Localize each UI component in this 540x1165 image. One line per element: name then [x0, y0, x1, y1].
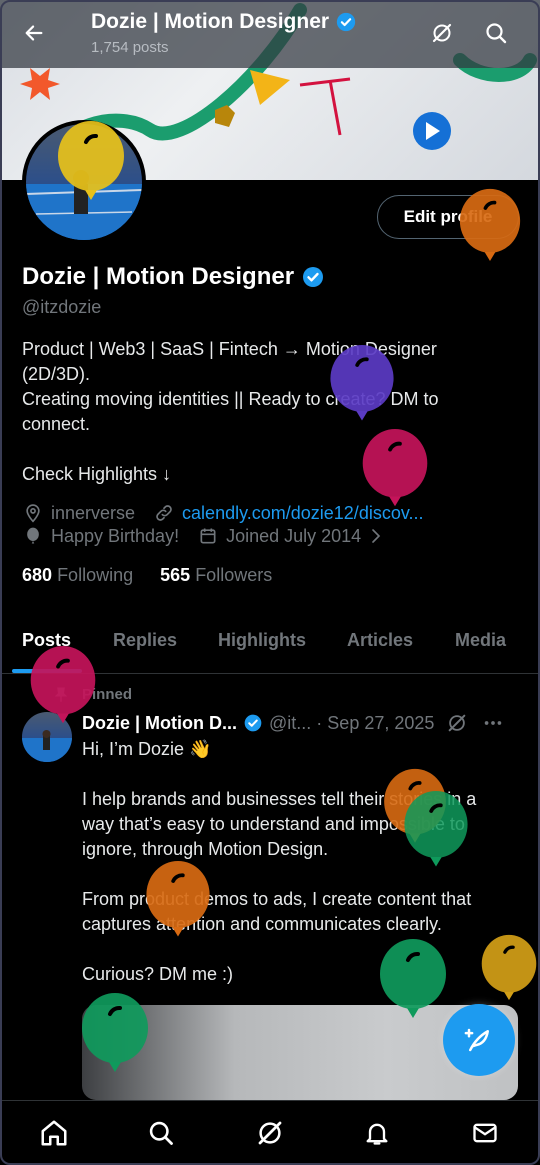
- profile-name: Dozie | Motion Designer: [22, 263, 325, 291]
- profile-birthday: Happy Birthday!: [51, 525, 180, 546]
- bottom-navigation: [0, 1100, 540, 1165]
- nav-search[interactable]: [145, 1117, 177, 1149]
- top-bar: Dozie | Motion Designer 1,754 posts: [0, 0, 540, 68]
- followers-link[interactable]: 565 Followers: [160, 565, 272, 585]
- compose-icon: [464, 1028, 489, 1052]
- post-line: Hi, I’m Dozie 👋: [82, 739, 212, 759]
- header-title: Dozie | Motion Designer: [91, 10, 357, 34]
- profile-bio: Product | Web3 | SaaS | Fintech → Motion…: [22, 337, 502, 487]
- birthday-balloon: [459, 188, 521, 262]
- tab-highlights[interactable]: Highlights: [218, 630, 306, 651]
- verified-badge-icon[interactable]: [301, 265, 325, 289]
- search-button[interactable]: [476, 13, 516, 53]
- birthday-balloon: [30, 645, 96, 724]
- birthday-balloon: [404, 790, 468, 867]
- profile-handle: @itzdozie: [22, 297, 102, 317]
- followers-count: 565: [160, 565, 191, 585]
- post-author-name[interactable]: Dozie | Motion D...: [82, 713, 237, 734]
- search-icon: [149, 1121, 173, 1145]
- birthday-balloon: [58, 121, 124, 200]
- bell-icon: [366, 1123, 388, 1145]
- bio-line: Check Highlights ↓: [22, 464, 172, 484]
- verified-badge-icon: [244, 714, 262, 732]
- compose-button[interactable]: [443, 1004, 515, 1076]
- verified-badge-icon: [336, 12, 356, 32]
- more-icon[interactable]: [482, 712, 504, 734]
- bio-line: Product | Web3 | SaaS | Fintech → Motion…: [22, 339, 437, 359]
- profile-joined: Joined July 2014: [226, 525, 362, 546]
- follow-stats: 680 Following 565 Followers: [22, 565, 272, 586]
- birthday-balloon: [330, 344, 394, 421]
- search-icon: [486, 23, 507, 44]
- followers-label: Followers: [195, 565, 273, 585]
- profile-location: innerverse: [51, 502, 136, 523]
- bio-line: Creating moving identities || Ready to c…: [22, 389, 439, 409]
- grok-icon: [432, 23, 452, 43]
- balloon-icon: [22, 525, 44, 547]
- nav-home[interactable]: [38, 1117, 70, 1149]
- birthday-balloon: [380, 939, 446, 1018]
- header-title-text: Dozie | Motion Designer: [91, 10, 330, 33]
- post-spacer: [82, 762, 522, 787]
- post-handle-date: @it... · Sep 27, 2025: [269, 712, 435, 733]
- post-line: Curious? DM me :): [82, 964, 234, 984]
- grok-icon[interactable]: [446, 712, 468, 734]
- calendar-icon: [197, 525, 219, 547]
- location-pin-icon: [22, 502, 44, 524]
- post-count: 1,754 posts: [91, 39, 169, 56]
- chevron-right-icon[interactable]: [365, 525, 387, 547]
- birthday-balloon: [481, 934, 537, 1001]
- post-header: Dozie | Motion D... @it... · Sep 27, 202…: [82, 712, 504, 734]
- nav-notifications[interactable]: [361, 1117, 393, 1149]
- tab-replies[interactable]: Replies: [113, 630, 177, 651]
- link-icon: [153, 502, 175, 524]
- grok-icon: [258, 1121, 282, 1145]
- nav-grok[interactable]: [254, 1117, 286, 1149]
- back-arrow-icon: [25, 25, 43, 41]
- following-label: Following: [57, 565, 134, 585]
- following-count: 680: [22, 565, 53, 585]
- mail-icon: [473, 1123, 497, 1143]
- birthday-balloon: [362, 428, 428, 507]
- bio-line: (2D/3D).: [22, 364, 91, 384]
- bio-spacer: [22, 437, 502, 462]
- bio-line: connect.: [22, 414, 91, 434]
- nav-messages[interactable]: [469, 1117, 501, 1149]
- grok-button[interactable]: [422, 13, 462, 53]
- profile-meta-row-2: Happy Birthday! Joined July 2014: [22, 525, 394, 547]
- following-link[interactable]: 680 Following: [22, 565, 133, 585]
- tab-media[interactable]: Media: [455, 630, 506, 651]
- tab-articles[interactable]: Articles: [347, 630, 413, 651]
- birthday-balloon: [146, 860, 210, 937]
- birthday-balloon: [82, 993, 148, 1072]
- home-icon: [41, 1120, 67, 1146]
- back-button[interactable]: [14, 13, 54, 53]
- profile-name-text: Dozie | Motion Designer: [22, 263, 295, 290]
